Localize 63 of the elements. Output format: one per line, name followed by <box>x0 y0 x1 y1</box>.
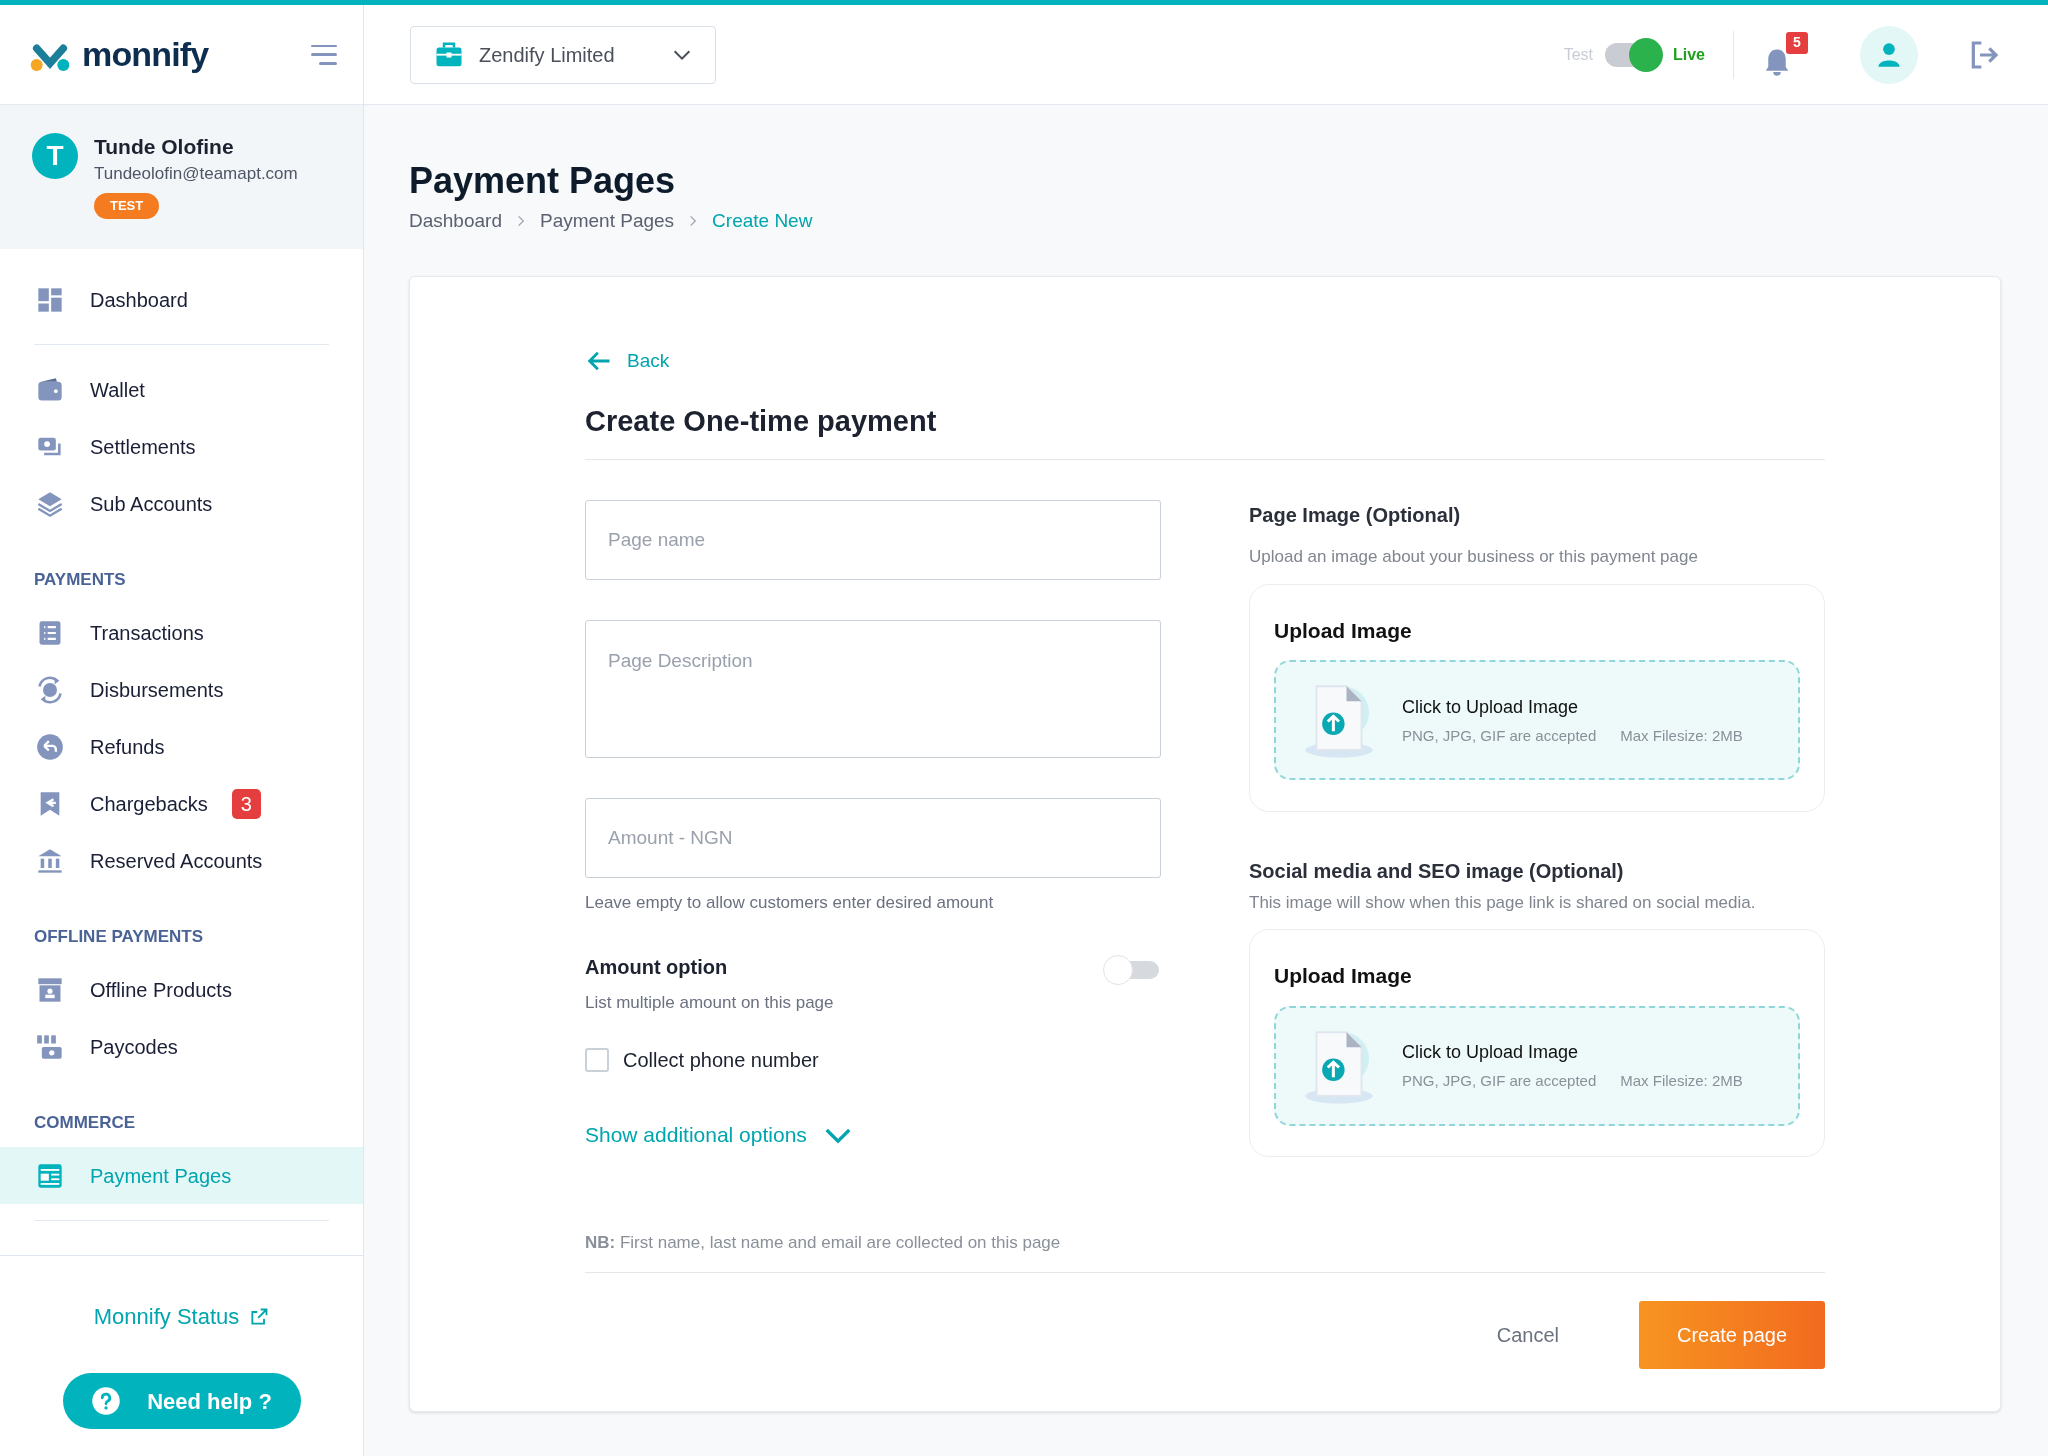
amount-option-toggle[interactable] <box>1103 953 1161 986</box>
section-description: Upload an image about your business or this payment page <box>1249 546 1699 569</box>
undo-icon <box>36 732 64 761</box>
breadcrumb-link[interactable]: Dashboard <box>409 207 502 236</box>
form-title: Create One-time payment <box>585 399 1825 461</box>
business-dropdown[interactable]: Zendify Limited <box>410 25 716 84</box>
user-avatar: T <box>32 133 78 179</box>
mode-badge: TEST <box>94 193 160 219</box>
text-field[interactable]: Page name <box>585 500 1161 581</box>
cycle-arrows-icon <box>36 675 64 704</box>
user-name: Tunde Olofine <box>94 134 234 160</box>
accepted-formats: PNG, JPG, GIF are accepted <box>1402 1071 1597 1091</box>
phone-checkbox[interactable] <box>585 1048 609 1073</box>
cancel-button[interactable]: Cancel <box>1496 1319 1559 1350</box>
sidebar-item[interactable]: Sub Accounts <box>0 475 363 532</box>
section-title: Social media and SEO image (Optional) <box>1249 858 1625 884</box>
page-title: Payment Pages <box>409 159 677 203</box>
sidebar-item[interactable]: Settlements <box>0 418 363 475</box>
upload-action: Click to Upload Image <box>1402 695 1580 719</box>
upload-dropzone[interactable]: Click to Upload Image PNG, JPG, GIF are accepted Max Filesize: 2MB <box>1274 1005 1800 1126</box>
checkbox-label: Collect phone number <box>623 1048 819 1074</box>
dashboard-icon <box>36 285 64 314</box>
field-hint: Leave empty to allow customers enter desired amount <box>585 892 995 915</box>
help-icon <box>91 1386 122 1416</box>
breadcrumb-link[interactable]: Payment Pages <box>539 207 675 236</box>
upload-card-title: Upload Image <box>1274 617 1413 644</box>
sidebar-item[interactable]: Transactions <box>0 604 363 661</box>
notification-count: 5 <box>1786 31 1808 54</box>
upload-action: Click to Upload Image <box>1402 1041 1580 1064</box>
max-filesize: Max Filesize: 2MB <box>1620 1071 1743 1091</box>
option-description: List multiple amount on this page <box>585 991 834 1014</box>
form-note: NB: First name, last name and email are collected on this page <box>585 1230 1825 1273</box>
paycode-icon <box>36 1032 64 1061</box>
section-heading: COMMERCE <box>33 1112 137 1135</box>
max-filesize: Max Filesize: 2MB <box>1620 725 1743 746</box>
mode-toggle[interactable] <box>1603 37 1663 72</box>
sidebar-item[interactable]: Offline Products <box>0 961 363 1018</box>
sidebar-item[interactable]: Disbursements <box>0 661 363 718</box>
description-field[interactable]: Page Description <box>585 620 1161 759</box>
wallet-icon <box>36 375 64 404</box>
web-page-icon <box>36 1161 64 1190</box>
live-label: Live <box>1673 44 1705 65</box>
storefront-icon <box>36 975 64 1004</box>
brand-name: monnify <box>82 34 209 75</box>
sidebar-item[interactable]: Wallet <box>0 361 363 418</box>
sidebar-item[interactable]: Refunds <box>0 718 363 775</box>
section-heading: OFFLINE PAYMENTS <box>33 926 205 949</box>
section-description: This image will show when this page link is shared on social media. <box>1249 891 1757 914</box>
sidebar-item[interactable]: Chargebacks 3 <box>0 775 363 832</box>
section-heading: PAYMENTS <box>33 569 127 592</box>
accepted-formats: PNG, JPG, GIF are accepted <box>1402 725 1597 746</box>
sidebar-item[interactable]: Reserved Accounts <box>0 832 363 889</box>
menu-button[interactable] <box>309 44 337 65</box>
external-link-icon <box>249 1306 270 1327</box>
upload-card-title: Upload Image <box>1274 963 1413 990</box>
text-field[interactable]: Amount - NGN <box>585 798 1161 879</box>
count-badge: 3 <box>231 788 261 819</box>
option-title: Amount option <box>585 954 729 980</box>
sidebar-item[interactable]: Dashboard <box>0 271 363 328</box>
user-email: Tundeolofin@teamapt.com <box>94 163 298 185</box>
sidebar-item[interactable]: Paycodes <box>0 1018 363 1075</box>
upload-dropzone[interactable]: Click to Upload Image PNG, JPG, GIF are accepted Max Filesize: 2MB <box>1274 660 1800 781</box>
section-title: Page Image (Optional) <box>1249 503 1462 529</box>
